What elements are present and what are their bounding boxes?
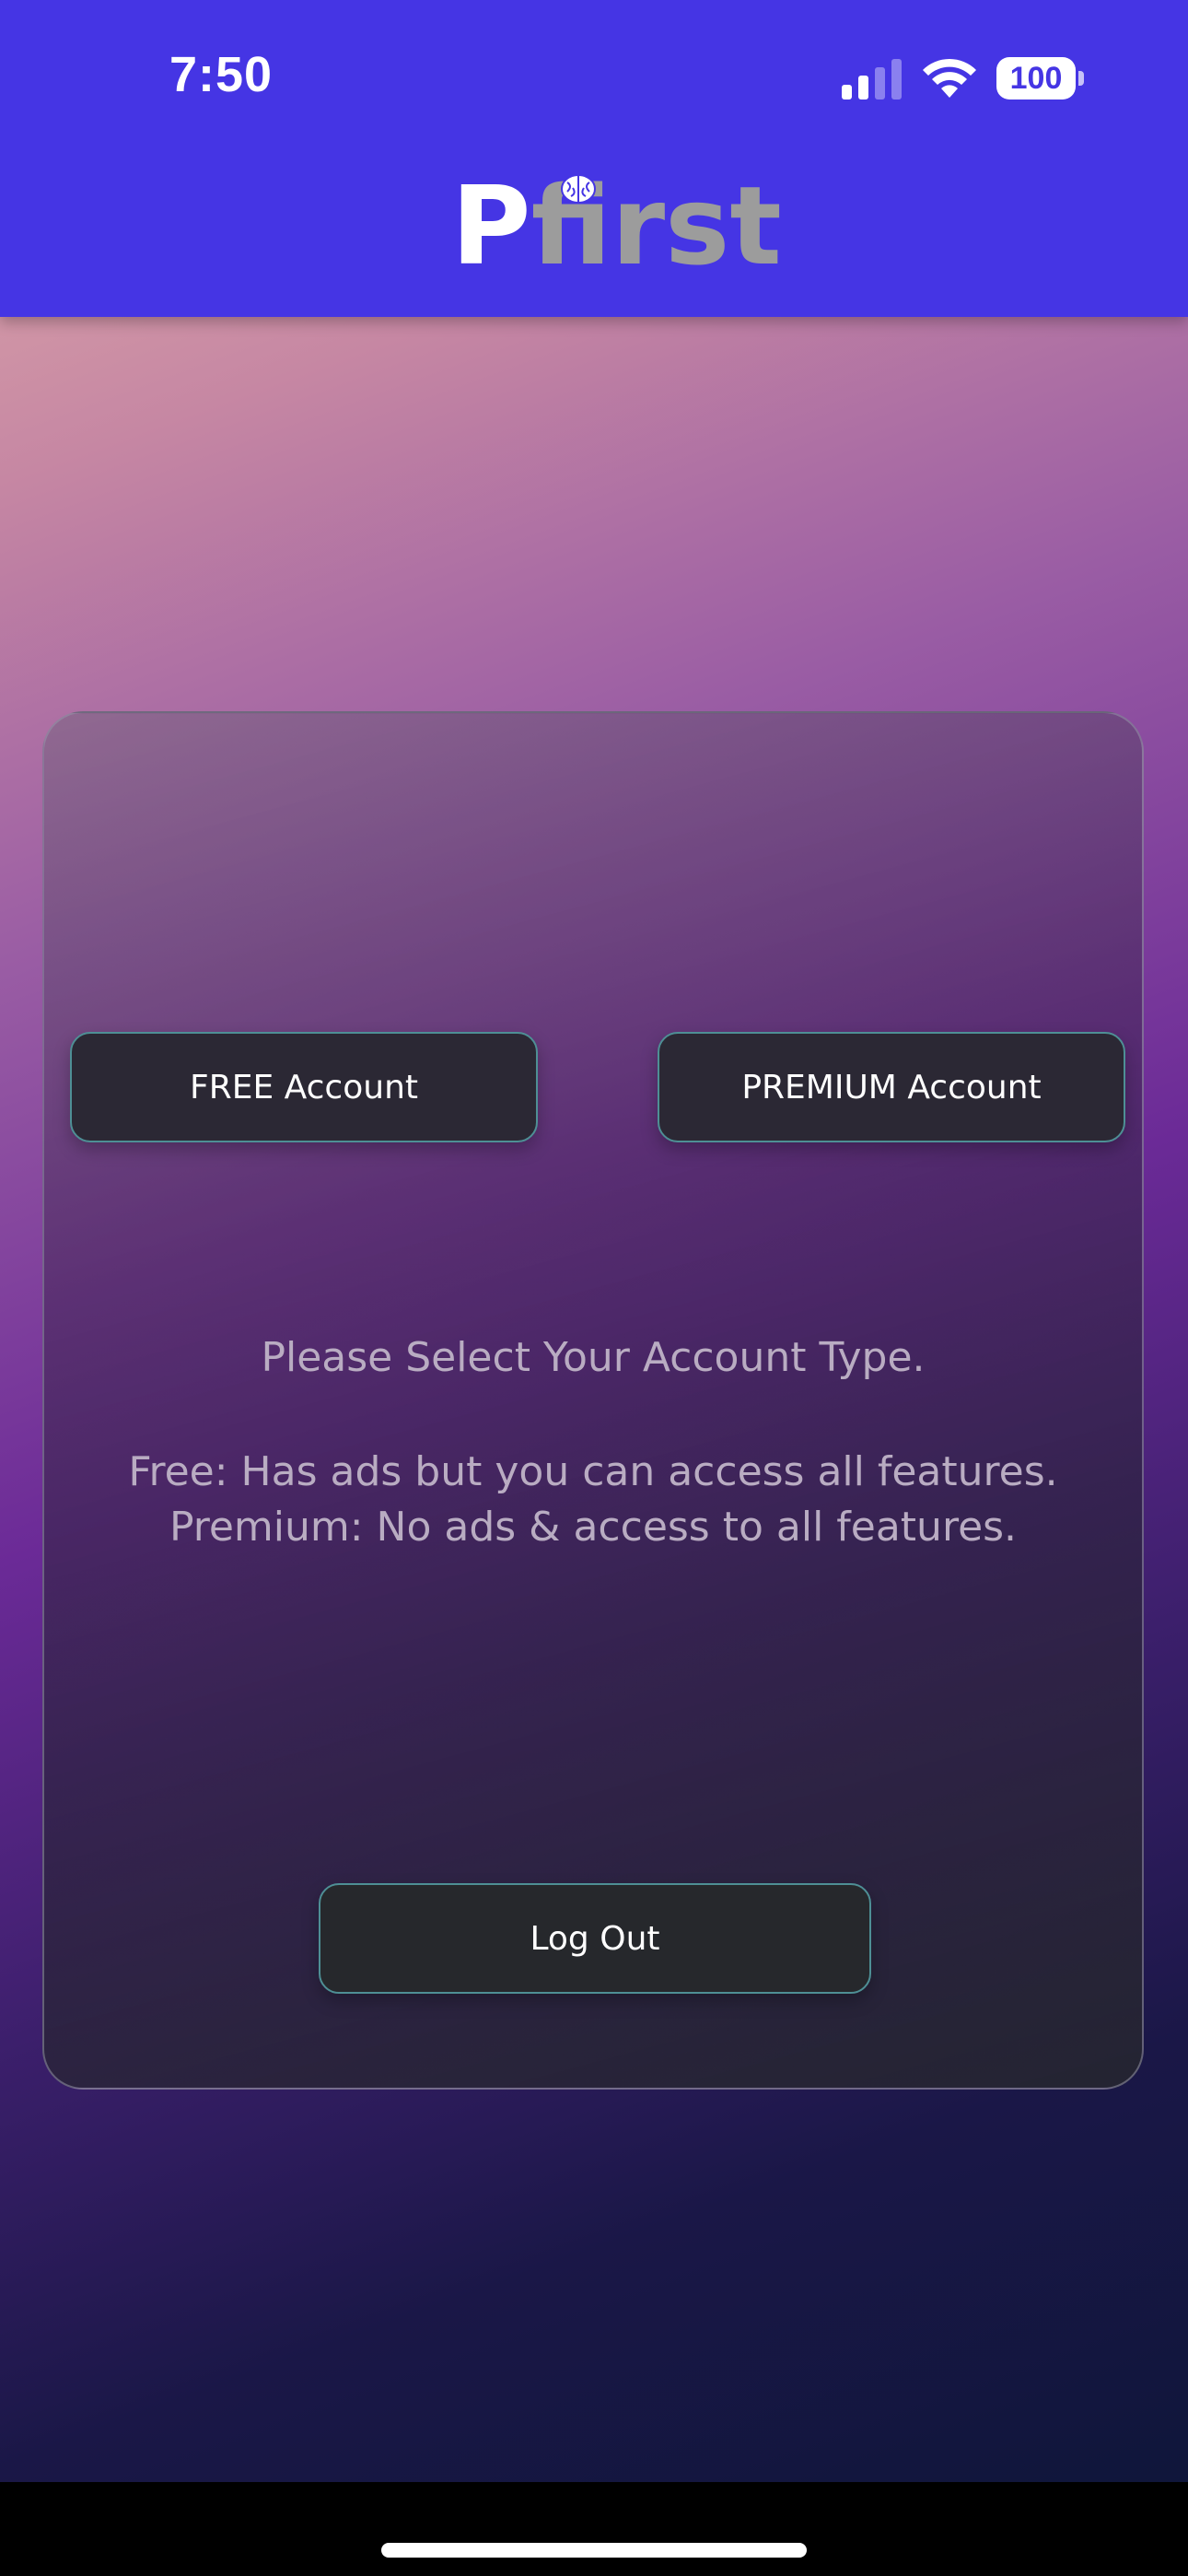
logo-letter-p: P <box>451 162 531 289</box>
status-time: 7:50 <box>169 47 274 102</box>
account-type-description: Free: Has ads but you can access all fea… <box>44 1445 1142 1555</box>
battery-level: 100 <box>996 57 1076 100</box>
free-account-button[interactable]: FREE Account <box>70 1032 538 1142</box>
bottom-bar <box>0 2482 1188 2576</box>
account-type-prompt: Please Select Your Account Type. <box>261 1334 926 1381</box>
screen: 7:50 100 Pfirst FREE Account PREMIUM Acc… <box>0 0 1188 2576</box>
account-type-card: FREE Account PREMIUM Account Please Sele… <box>42 711 1144 2090</box>
wifi-icon <box>923 58 976 98</box>
logout-button[interactable]: Log Out <box>319 1883 871 1994</box>
app-logo: Pfirst <box>451 166 782 286</box>
cellular-signal-icon <box>842 59 902 100</box>
brain-icon <box>561 174 596 204</box>
battery-icon: 100 <box>996 57 1085 100</box>
premium-account-button[interactable]: PREMIUM Account <box>658 1032 1125 1142</box>
premium-description: Premium: No ads & access to all features… <box>169 1504 1018 1551</box>
app-header: 7:50 100 Pfirst <box>0 0 1188 317</box>
battery-cap <box>1078 71 1084 86</box>
free-description: Free: Has ads but you can access all fea… <box>128 1448 1058 1495</box>
home-indicator[interactable] <box>381 2543 807 2558</box>
